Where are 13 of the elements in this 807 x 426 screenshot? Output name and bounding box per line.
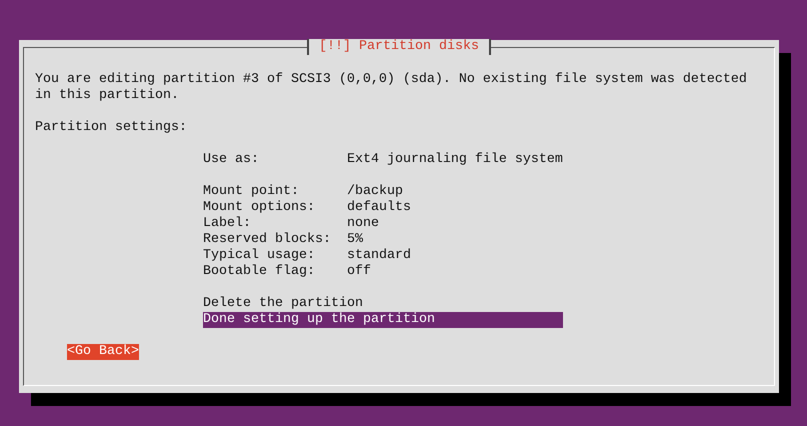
setting-menu-item[interactable]: Label: none (203, 216, 563, 232)
window-title: [!!] Partition disks (307, 39, 491, 55)
go-back-button[interactable]: <Go Back> (67, 344, 139, 360)
setting-menu-item[interactable]: Mount point: /backup (203, 184, 563, 200)
action-menu-item[interactable]: Done setting up the partition (203, 312, 563, 328)
setting-menu-item[interactable]: Reserved blocks: 5% (203, 232, 563, 248)
setting-menu-item[interactable]: Typical usage: standard (203, 248, 563, 264)
setting-menu-item[interactable]: Use as: Ext4 journaling file system (203, 152, 563, 168)
message-text: You are editing partition #3 of SCSI3 (0,0,0) (sda). No existing file system was detected in this partition. (35, 72, 748, 104)
setting-menu-item[interactable]: Mount options: defaults (203, 200, 563, 216)
action-menu-item[interactable]: Delete the partition (203, 296, 563, 312)
setting-menu-item[interactable]: Bootable flag: off (203, 264, 563, 280)
section-label: Partition settings: (35, 120, 187, 136)
